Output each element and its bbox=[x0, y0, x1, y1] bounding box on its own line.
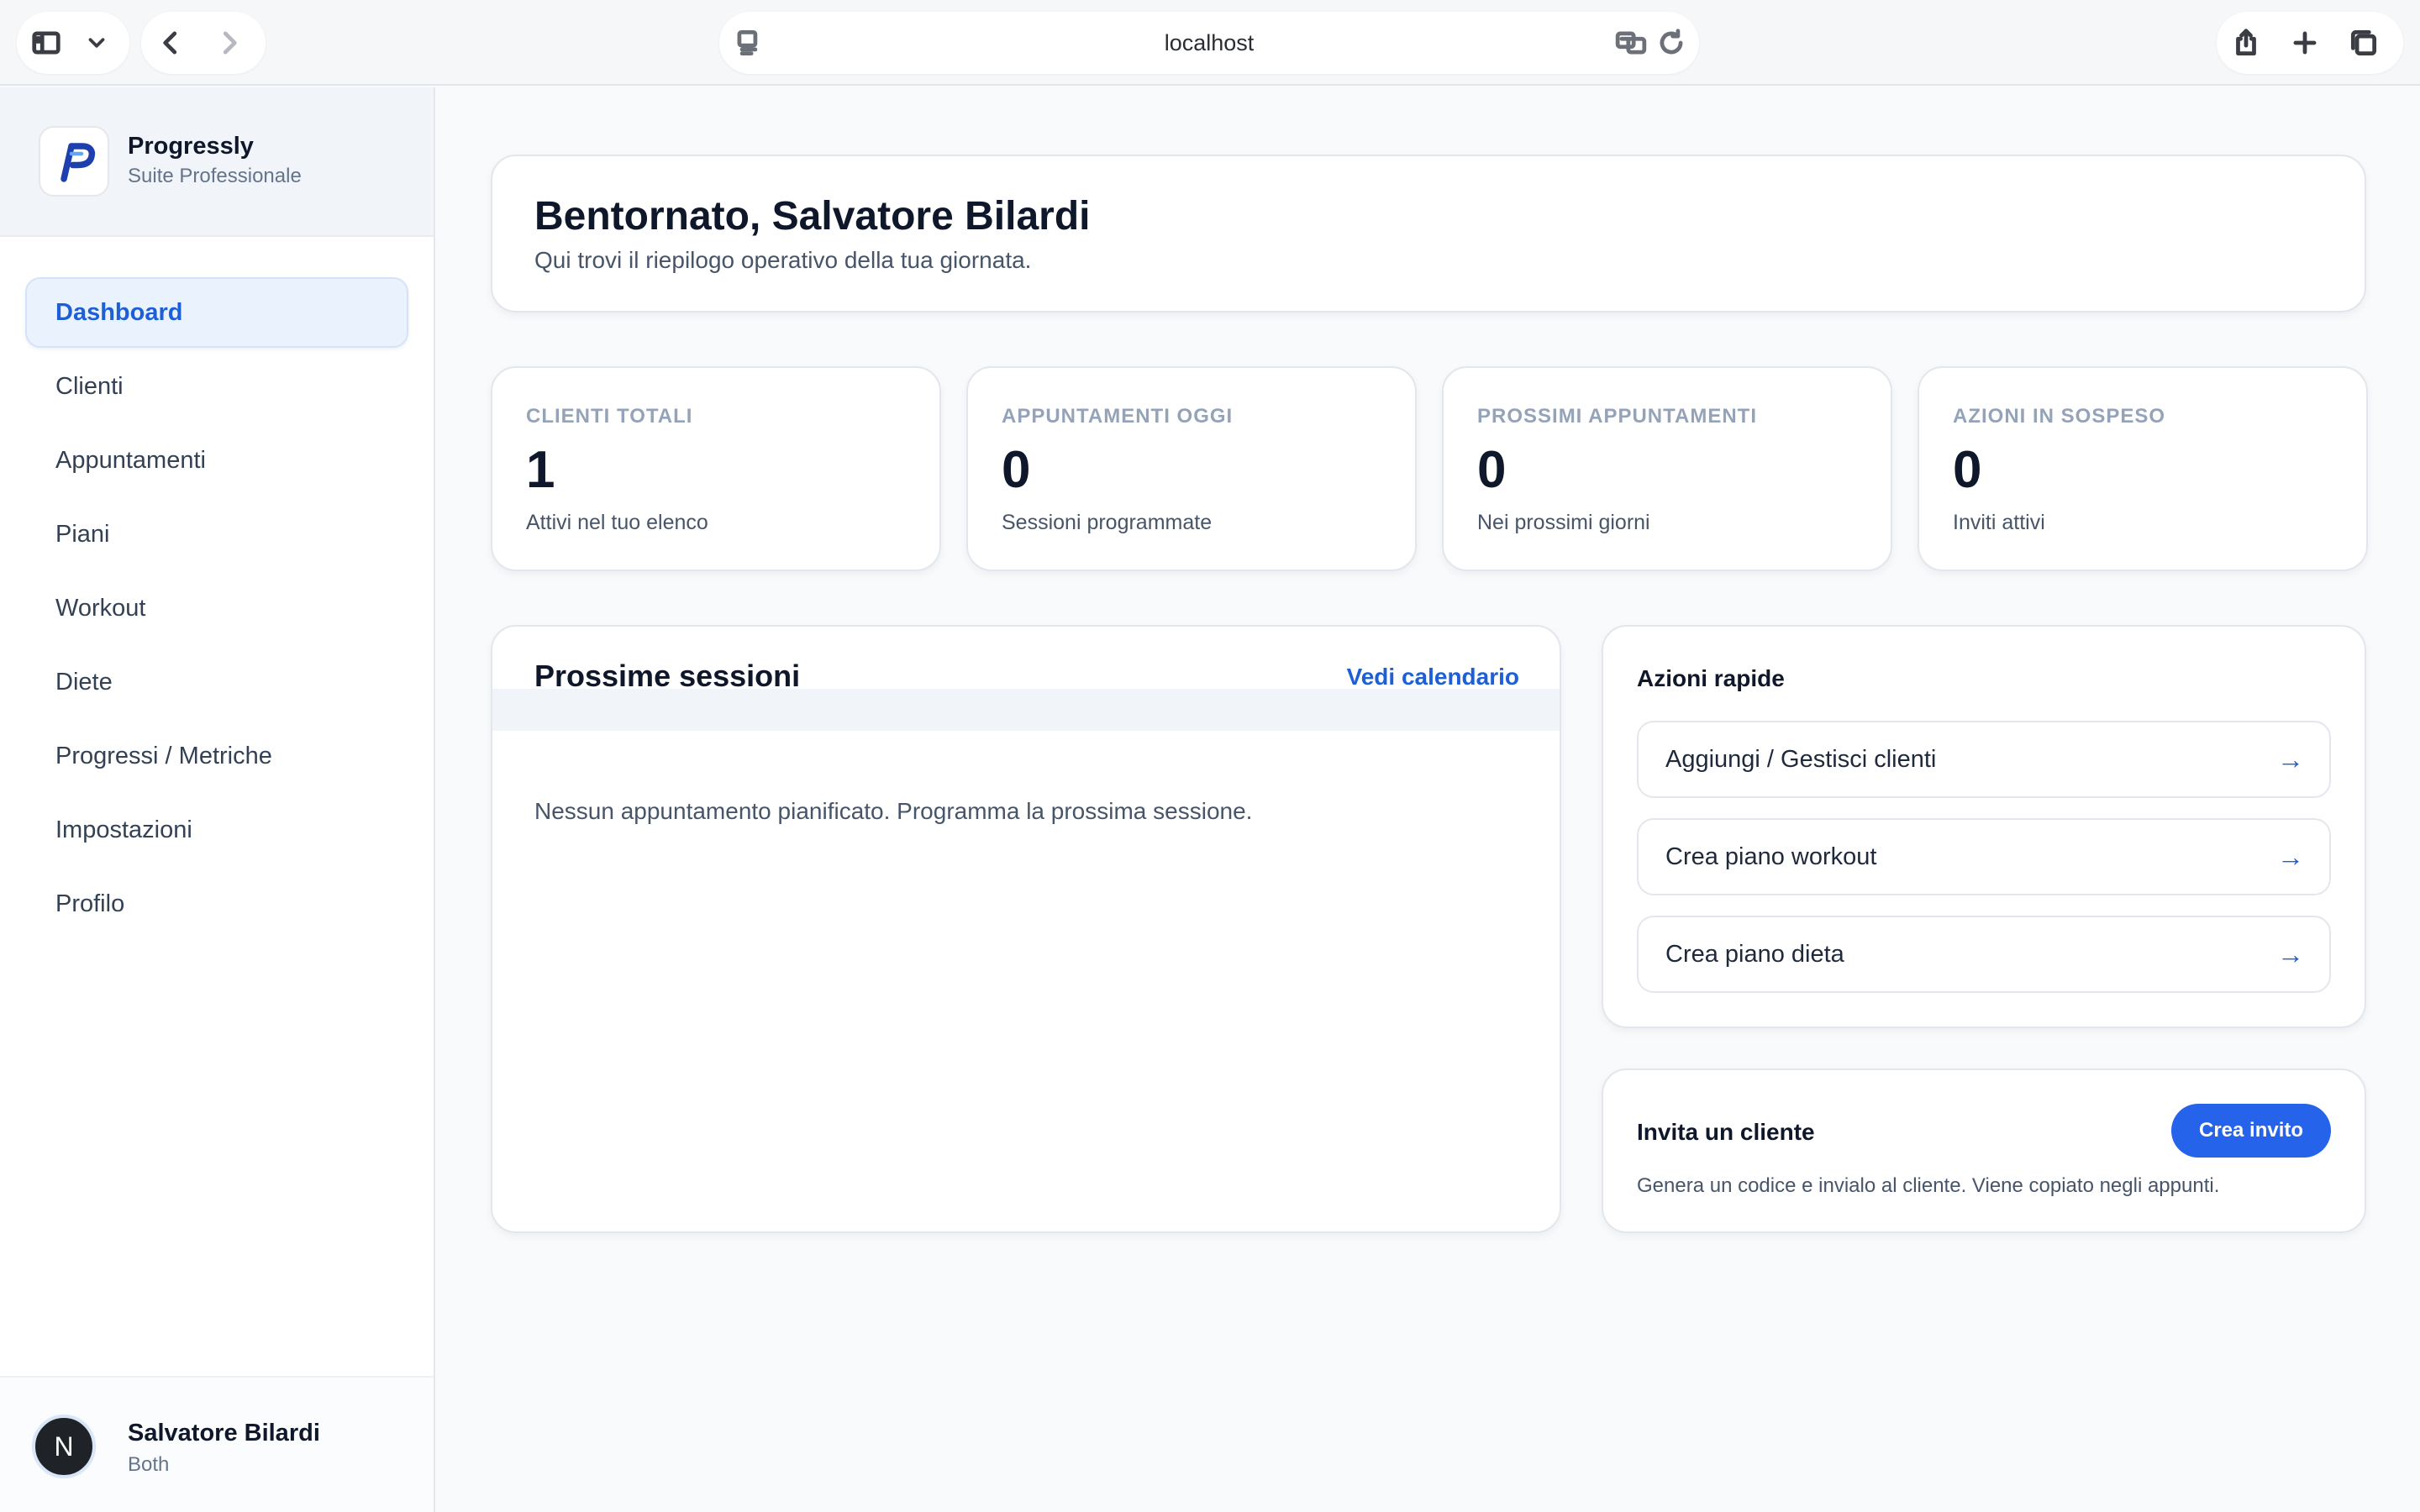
user-role: Both bbox=[128, 1453, 170, 1476]
stat-value: 0 bbox=[1953, 441, 1982, 499]
page-title: Bentornato, Salvatore Bilardi bbox=[534, 194, 1091, 239]
stat-label: AZIONI IN SOSPESO bbox=[1953, 405, 2166, 428]
address-bar[interactable]: localhost bbox=[719, 12, 1699, 74]
stat-desc: Sessioni programmate bbox=[1002, 511, 1213, 534]
invite-description: Genera un codice e invialo al cliente. V… bbox=[1637, 1174, 2220, 1197]
create-diet-plan-button[interactable]: Crea piano dieta → bbox=[1637, 916, 2331, 993]
sidebar-toggle-group bbox=[17, 12, 129, 74]
stat-card-prossimi-appuntamenti: PROSSIMI APPUNTAMENTI 0 Nei prossimi gio… bbox=[1442, 366, 1892, 571]
window-actions-group bbox=[2217, 12, 2403, 74]
page-subtitle: Qui trovi il riepilogo operativo della t… bbox=[534, 247, 1032, 273]
view-calendar-link[interactable]: Vedi calendario bbox=[1347, 664, 1519, 690]
manage-clients-button[interactable]: Aggiungi / Gestisci clienti → bbox=[1637, 721, 2331, 798]
chevron-down-icon[interactable] bbox=[76, 12, 118, 74]
sidebar-nav: Dashboard Clienti Appuntamenti Piani Wor… bbox=[25, 277, 408, 942]
stat-desc: Nei prossimi giorni bbox=[1477, 511, 1650, 534]
welcome-card: Bentornato, Salvatore Bilardi Qui trovi … bbox=[491, 155, 2366, 312]
stat-label: CLIENTI TOTALI bbox=[526, 405, 693, 428]
stat-value: 0 bbox=[1477, 441, 1507, 499]
sessions-title: Prossime sessioni bbox=[534, 659, 801, 693]
sidebar-item-workout[interactable]: Workout bbox=[25, 573, 408, 643]
quick-actions-title: Azioni rapide bbox=[1637, 665, 1785, 691]
sidebar-item-clienti[interactable]: Clienti bbox=[25, 351, 408, 422]
stat-desc: Inviti attivi bbox=[1953, 511, 2045, 534]
sidebar-item-dashboard[interactable]: Dashboard bbox=[25, 277, 408, 348]
stat-card-appuntamenti-oggi: APPUNTAMENTI OGGI 0 Sessioni programmate bbox=[966, 366, 1417, 571]
action-label: Crea piano dieta bbox=[1665, 941, 1844, 968]
sidebar-toggle-icon[interactable] bbox=[17, 12, 76, 74]
stat-label: PROSSIMI APPUNTAMENTI bbox=[1477, 405, 1758, 428]
forward-icon[interactable] bbox=[200, 12, 259, 74]
brand-name: Progressly bbox=[128, 133, 254, 160]
arrow-right-icon: → bbox=[2277, 744, 2304, 774]
quick-actions-card: Azioni rapide Aggiungi / Gestisci client… bbox=[1602, 625, 2366, 1028]
create-invite-button[interactable]: Crea invito bbox=[2171, 1104, 2331, 1158]
avatar: N bbox=[32, 1415, 96, 1478]
sessions-header-strip bbox=[492, 689, 1560, 731]
tabs-overview-icon[interactable] bbox=[2334, 12, 2393, 74]
brand-subtitle: Suite Professionale bbox=[128, 165, 302, 187]
sidebar-item-piani[interactable]: Piani bbox=[25, 499, 408, 570]
stat-card-clienti-totali: CLIENTI TOTALI 1 Attivi nel tuo elenco bbox=[491, 366, 941, 571]
user-profile-box[interactable]: N Salvatore Bilardi Both bbox=[0, 1376, 434, 1512]
stat-value: 1 bbox=[526, 441, 555, 499]
sidebar-item-impostazioni[interactable]: Impostazioni bbox=[25, 795, 408, 865]
new-tab-icon[interactable] bbox=[2275, 12, 2334, 74]
sessions-card: Prossime sessioni Vedi calendario Nessun… bbox=[491, 625, 1561, 1233]
brand-header: Progressly Suite Professionale bbox=[0, 87, 434, 237]
reload-icon[interactable] bbox=[1655, 27, 1687, 63]
create-workout-plan-button[interactable]: Crea piano workout → bbox=[1637, 818, 2331, 895]
stat-desc: Attivi nel tuo elenco bbox=[526, 511, 708, 534]
sessions-empty-state: Nessun appuntamento pianificato. Program… bbox=[534, 798, 1253, 824]
action-label: Crea piano workout bbox=[1665, 843, 1877, 870]
share-icon[interactable] bbox=[2217, 12, 2275, 74]
sidebar-item-profilo[interactable]: Profilo bbox=[25, 869, 408, 939]
url-text: localhost bbox=[1164, 30, 1255, 55]
sidebar: Progressly Suite Professionale Dashboard… bbox=[0, 87, 435, 1512]
user-name: Salvatore Bilardi bbox=[128, 1420, 320, 1446]
progressly-logo-icon bbox=[39, 126, 109, 197]
invite-card: Invita un cliente Crea invito Genera un … bbox=[1602, 1068, 2366, 1233]
sidebar-item-progressi[interactable]: Progressi / Metriche bbox=[25, 721, 408, 791]
invite-title: Invita un cliente bbox=[1637, 1119, 1815, 1145]
action-label: Aggiungi / Gestisci clienti bbox=[1665, 746, 1937, 773]
browser-toolbar: localhost bbox=[0, 0, 2420, 86]
translate-icon[interactable] bbox=[1615, 27, 1647, 63]
back-icon[interactable] bbox=[141, 12, 200, 74]
sidebar-item-appuntamenti[interactable]: Appuntamenti bbox=[25, 425, 408, 496]
stat-label: APPUNTAMENTI OGGI bbox=[1002, 405, 1234, 428]
arrow-right-icon: → bbox=[2277, 939, 2304, 969]
nav-buttons-group bbox=[141, 12, 266, 74]
stat-value: 0 bbox=[1002, 441, 1031, 499]
stat-card-azioni-in-sospeso: AZIONI IN SOSPESO 0 Inviti attivi bbox=[1918, 366, 2368, 571]
sidebar-item-diete[interactable]: Diete bbox=[25, 647, 408, 717]
arrow-right-icon: → bbox=[2277, 842, 2304, 872]
